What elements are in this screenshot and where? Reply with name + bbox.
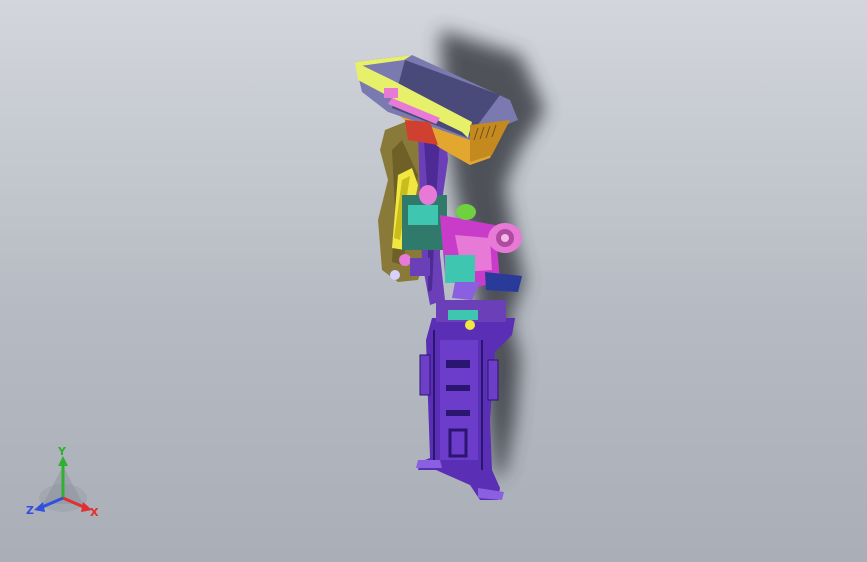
x-axis-label: X: [90, 506, 99, 519]
z-axis-label: Z: [26, 504, 34, 517]
y-axis-label: Y: [57, 446, 67, 458]
3d-model-view[interactable]: [0, 0, 867, 562]
graphics-viewport[interactable]: Y X Z: [0, 0, 867, 562]
orientation-triad[interactable]: Y X Z: [20, 446, 110, 526]
